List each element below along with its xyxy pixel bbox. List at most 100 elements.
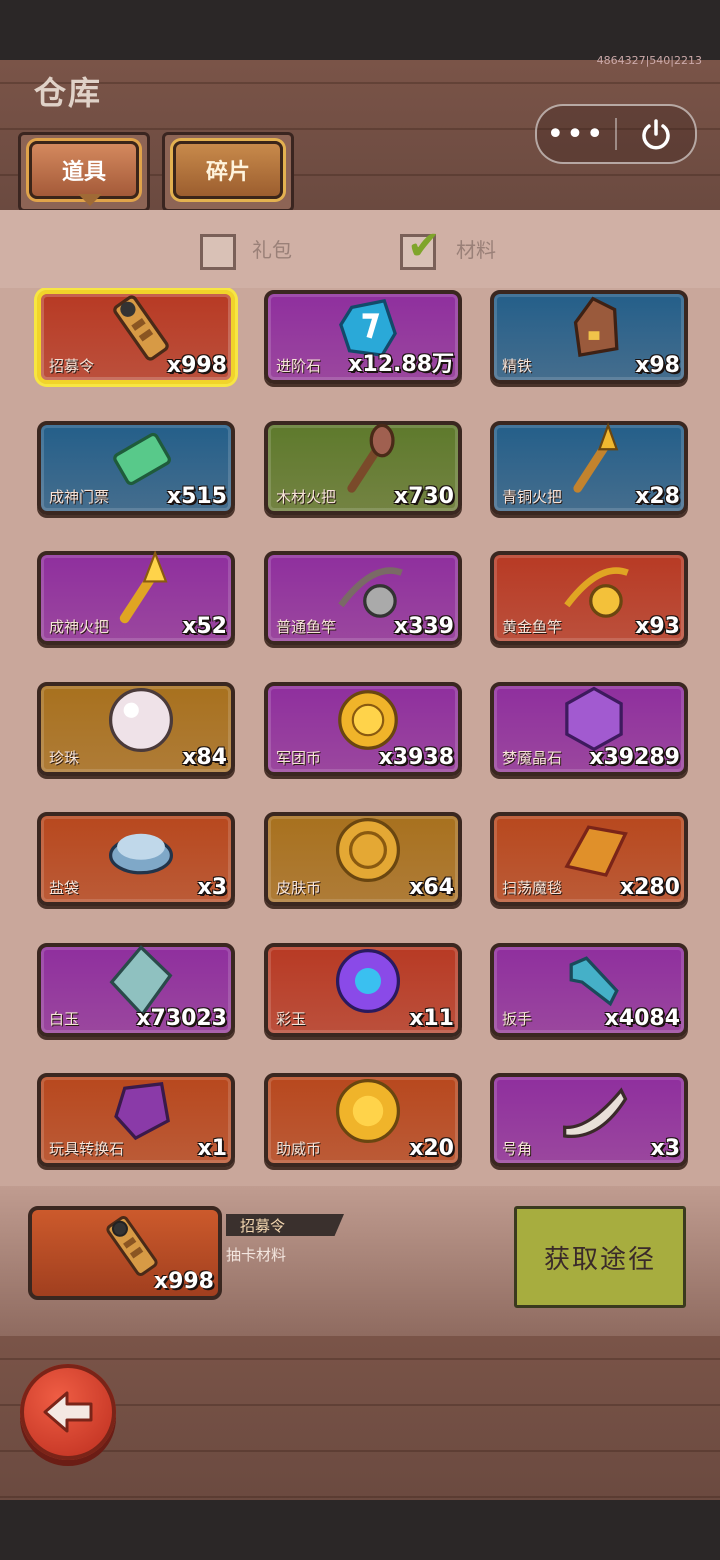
active-tab-indicator <box>78 194 102 206</box>
item-count: x730 <box>393 483 454 509</box>
item-name: 梦魇晶石 <box>502 748 563 767</box>
item-card[interactable]: 扳手 x4084 <box>490 942 688 1037</box>
inventory-panel: 礼包 ✔ 材料 招募令 x998 进阶石 x12.88万 精铁 x98 成神门票 x515 木材… <box>0 210 720 1186</box>
get-way-button[interactable]: 获取途径 <box>514 1206 686 1308</box>
item-count: x98 <box>635 353 680 378</box>
item-name: 皮肤币 <box>276 879 322 897</box>
item-count: x339 <box>393 614 454 639</box>
back-arrow-icon <box>43 1391 93 1433</box>
item-count: x998 <box>166 353 227 378</box>
more-dots-icon: ••• <box>546 116 606 152</box>
pearl-icon <box>101 680 181 760</box>
item-count: x28 <box>635 483 680 509</box>
item-card[interactable]: 梦魇晶石 x39289 <box>490 681 688 776</box>
item-name: 军团币 <box>276 748 322 767</box>
item-card[interactable]: 号角 x3 <box>490 1073 688 1167</box>
detail-item-card: x998 <box>28 1206 222 1300</box>
item-card[interactable]: 军团币 x3938 <box>264 681 462 776</box>
detail-name: 招募令 <box>240 1217 286 1235</box>
item-card[interactable]: 白玉 x73023 <box>37 942 235 1037</box>
item-name: 彩玉 <box>276 1009 307 1028</box>
item-count: x64 <box>409 875 454 900</box>
item-name: 成神门票 <box>49 487 110 506</box>
item-card[interactable]: 成神火把 x52 <box>37 551 235 645</box>
filter-material-label: 材料 <box>456 238 496 262</box>
footer <box>0 1336 720 1500</box>
item-name: 普通鱼竿 <box>276 618 337 636</box>
item-count: x1 <box>197 1136 228 1161</box>
item-count: x11 <box>409 1005 454 1031</box>
item-card[interactable]: 黄金鱼竿 x93 <box>490 551 688 645</box>
item-count: x93 <box>635 614 680 639</box>
miniprogram-capsule: ••• <box>535 104 697 164</box>
item-card[interactable]: 普通鱼竿 x339 <box>264 551 462 645</box>
item-card[interactable]: 成神门票 x515 <box>37 420 235 515</box>
item-name: 号角 <box>502 1140 533 1158</box>
power-icon <box>642 119 670 150</box>
item-card[interactable]: 盐袋 x3 <box>37 812 235 906</box>
item-name: 盐袋 <box>49 879 80 897</box>
item-name: 木材火把 <box>276 487 337 506</box>
bronze-torch-icon <box>554 419 634 499</box>
detail-name-tag: 招募令 <box>226 1214 344 1236</box>
skin-coin-icon <box>328 810 408 890</box>
item-card[interactable]: 青铜火把 x28 <box>490 419 688 515</box>
item-card[interactable]: 皮肤币 x64 <box>264 812 462 906</box>
item-count: x3 <box>650 1136 681 1161</box>
cheer-coin-icon <box>328 1071 408 1151</box>
filter-gift-label: 礼包 <box>252 238 292 262</box>
filter-row: 礼包 ✔ 材料 <box>0 210 720 288</box>
filter-material-checkbox[interactable]: ✔ <box>400 223 441 270</box>
back-button[interactable] <box>20 1364 116 1460</box>
close-button[interactable] <box>617 106 695 162</box>
item-count: x12.88万 <box>348 352 454 377</box>
status-bar <box>0 0 720 60</box>
item-name: 扫荡魔毯 <box>502 879 563 897</box>
item-card[interactable]: 彩玉 x11 <box>264 941 462 1037</box>
item-count: x73023 <box>136 1005 227 1031</box>
item-name: 玩具转换石 <box>49 1140 125 1158</box>
golden-rod-icon <box>554 549 634 629</box>
item-detail: x998 招募令 抽卡材料 获取途径 <box>0 1186 720 1336</box>
more-button[interactable]: ••• <box>537 106 615 162</box>
item-card[interactable]: 进阶石 x12.88万 <box>264 290 462 384</box>
item-count: x280 <box>619 875 680 900</box>
item-name: 黄金鱼竿 <box>502 618 563 636</box>
item-name: 助威币 <box>276 1140 322 1158</box>
item-count: x20 <box>409 1136 454 1161</box>
item-card[interactable]: 玩具转换石 x1 <box>37 1073 235 1167</box>
item-count: x4084 <box>604 1005 680 1031</box>
item-card[interactable]: 木材火把 x730 <box>264 420 462 515</box>
item-name: 成神火把 <box>49 618 110 636</box>
gold-torch-icon <box>101 549 181 629</box>
item-name: 招募令 <box>49 357 95 375</box>
item-count: x3 <box>197 875 228 900</box>
build-id: 4864327|540|2213 <box>596 54 702 67</box>
item-card[interactable]: 扫荡魔毯 x280 <box>490 812 688 906</box>
item-card[interactable]: 招募令 x998 <box>37 290 235 384</box>
checkmark-icon: ✔ <box>407 223 441 269</box>
item-card[interactable]: 珍珠 x84 <box>37 680 235 776</box>
filter-gift-checkbox[interactable] <box>200 234 236 270</box>
item-name: 进阶石 <box>276 357 322 375</box>
item-name: 扳手 <box>502 1009 533 1028</box>
page-title: 仓库 <box>34 74 103 112</box>
rainbow-jade-icon <box>328 941 408 1021</box>
detail-count: x998 <box>153 1269 214 1294</box>
header: 仓库 4864327|540|2213 ••• 道具 碎片 <box>0 54 720 212</box>
item-name: 珍珠 <box>49 748 80 767</box>
bottom-bar <box>0 1500 720 1560</box>
item-count: x39289 <box>589 744 680 770</box>
item-name: 精铁 <box>502 357 533 375</box>
iron-ingot-icon <box>554 288 634 368</box>
item-grid: 招募令 x998 进阶石 x12.88万 精铁 x98 成神门票 x515 木材火把 x730 青铜… <box>0 288 720 1186</box>
item-count: x3938 <box>378 744 454 770</box>
item-name: 白玉 <box>49 1009 80 1028</box>
tab-items[interactable]: 道具 <box>29 141 139 199</box>
item-count: x52 <box>182 614 227 639</box>
horn-icon <box>554 1071 634 1151</box>
item-card[interactable]: 助威币 x20 <box>264 1073 462 1167</box>
detail-description: 抽卡材料 <box>226 1246 287 1264</box>
tab-fragments[interactable]: 碎片 <box>173 141 283 199</box>
item-card[interactable]: 精铁 x98 <box>490 290 688 384</box>
